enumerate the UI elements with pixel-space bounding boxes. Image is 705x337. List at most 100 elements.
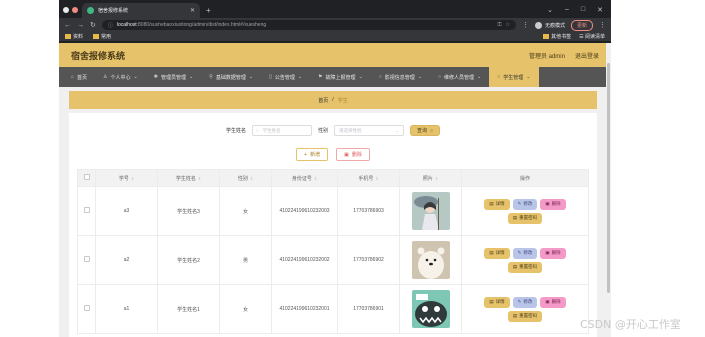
chevron-down-icon[interactable]: ⌄	[547, 6, 553, 14]
cell-idcard: 410224199610232003	[271, 186, 338, 236]
update-button[interactable]: 更新	[570, 19, 593, 31]
scrollbar-thumb[interactable]	[607, 63, 610, 293]
address-bar[interactable]: ⓘ localhost:8080/sushebaoxiuxitong/admin…	[101, 20, 516, 30]
nav-item-notices[interactable]: ▯ 公告管理 ⌄	[261, 67, 310, 87]
reload-icon[interactable]: ↻	[90, 21, 96, 29]
menu-icon[interactable]: ⋮	[599, 21, 606, 29]
gender-select[interactable]: 请选择性别 ⌄	[333, 125, 404, 136]
main-content: 首页 / 学生 学生姓名 ○ 学生姓名 性别 请选择性别 ⌄ 查询 ○ + 新增 ▣ 删除	[69, 91, 597, 337]
cell-photo	[399, 186, 462, 236]
batch-delete-button[interactable]: ▣ 删除	[336, 148, 370, 161]
name-search-input[interactable]: ○ 学生姓名	[251, 125, 312, 136]
cell-actions: ▤ 详情 ✎ 修改 ▣ 删除 ▤ 重置密码	[461, 186, 589, 236]
edit-button[interactable]: ✎ 修改	[512, 198, 538, 210]
app-header: 宿舍报修系统 管理员 admin 退出登录	[59, 43, 611, 67]
cell-phone: 17703786901	[337, 284, 400, 334]
edit-button[interactable]: ✎ 修改	[512, 247, 538, 259]
detail-button[interactable]: ▤ 详情	[484, 296, 510, 308]
nav-item-repairers[interactable]: ○ 维修人员管理 ⌄	[430, 67, 489, 87]
circle-icon: ○	[438, 74, 442, 80]
nav-item-home[interactable]: ⌂ 首页	[63, 67, 95, 87]
new-tab-icon[interactable]: +	[206, 6, 211, 15]
nav-item-profile[interactable]: ♙ 个人中心 ⌄	[95, 67, 146, 87]
sort-icon: ⇕	[197, 175, 202, 181]
chevron-down-icon: ⌄	[395, 127, 399, 133]
header-student-name[interactable]: 学生姓名 ⇕	[157, 169, 220, 187]
detail-label: 详情	[495, 201, 505, 206]
chevron-down-icon: ⌄	[358, 74, 363, 80]
action-row: + 新增 ▣ 删除	[69, 148, 597, 161]
url-path: :8080/sushebaoxiuxitong/admin/dist/index…	[136, 22, 267, 28]
nav-label: 管理员管理	[160, 74, 186, 81]
nav-item-admins[interactable]: ✱ 管理员管理 ⌄	[146, 67, 201, 87]
cell-student-name: 学生姓名2	[157, 235, 220, 285]
row-delete-button[interactable]: ▣ 删除	[540, 296, 566, 308]
header-phone[interactable]: 手机号 ⇕	[337, 169, 400, 187]
folder-icon	[543, 34, 550, 40]
breadcrumb-home[interactable]: 首页	[318, 97, 328, 104]
bookmark-folder-1[interactable]: 常用	[93, 33, 111, 40]
pencil-icon: ✎	[517, 299, 522, 304]
nav-label: 故障上报管理	[325, 74, 356, 81]
nav-item-basic-data[interactable]: ⚲ 基础数据管理 ⌄	[201, 67, 261, 87]
reading-list[interactable]: ☰ 阅读清单	[579, 33, 605, 40]
row-checkbox[interactable]	[83, 256, 90, 262]
edit-label: 修改	[523, 201, 533, 206]
key-icon[interactable]: ⚿	[498, 22, 502, 28]
circle-icon: ○	[497, 74, 501, 80]
header-student-no[interactable]: 学号 ⇕	[95, 169, 158, 187]
nav-item-faults[interactable]: ⚑ 故障上报管理 ⌄	[310, 67, 371, 87]
header-label: 手机号	[358, 175, 374, 182]
name-placeholder: 学生姓名	[262, 127, 281, 133]
reset-password-button[interactable]: ▤ 重置密码	[507, 310, 543, 322]
minimize-icon[interactable]: –	[565, 6, 569, 14]
chevron-down-icon: ⌄	[417, 74, 422, 80]
page-scrollbar[interactable]	[606, 43, 611, 337]
other-bookmarks[interactable]: 其他书签	[543, 33, 571, 40]
nav-item-students[interactable]: ○ 学生管理 ⌄	[489, 67, 539, 87]
bookmark-folder-0[interactable]: 资料	[65, 33, 83, 40]
header-gender[interactable]: 性别 ⇕	[219, 169, 272, 187]
bookmark-star-icon[interactable]: ☆	[505, 22, 509, 28]
sort-icon: ⇕	[375, 175, 379, 181]
reset-password-button[interactable]: ▤ 重置密码	[507, 261, 543, 273]
remove-label: 删除	[551, 299, 561, 304]
header-photo[interactable]: 照片 ⇕	[399, 169, 462, 187]
nav-item-media[interactable]: ○ 影视信息管理 ⌄	[371, 67, 430, 87]
edit-label: 修改	[523, 250, 533, 255]
logout-link[interactable]: 退出登录	[575, 51, 599, 60]
forward-icon[interactable]: →	[77, 22, 84, 29]
table-header-row: 学号 ⇕ 学生姓名 ⇕ 性别 ⇕ 身份证号 ⇕ 手机号 ⇕ 照片 ⇕ 操作	[77, 169, 589, 187]
row-checkbox[interactable]	[83, 207, 90, 213]
profile-button[interactable]: 无痕模式	[534, 21, 565, 29]
browser-window: 宿舍报修系统 ✕ + ⌄ – □ ✕ ← → ↻ ⓘ localhost:808…	[59, 0, 611, 337]
select-all-checkbox[interactable]	[83, 174, 90, 180]
query-button[interactable]: 查询 ○	[409, 125, 441, 136]
extensions-icon[interactable]: ⋮	[522, 21, 529, 29]
detail-button[interactable]: ▤ 详情	[484, 247, 510, 259]
header-idcard[interactable]: 身份证号 ⇕	[271, 169, 338, 187]
tab-search-icon[interactable]	[72, 7, 78, 13]
close-tab-icon[interactable]: ✕	[190, 7, 195, 14]
maximize-icon[interactable]: □	[581, 6, 585, 14]
edit-button[interactable]: ✎ 修改	[512, 296, 538, 308]
browser-tab[interactable]: 宿舍报修系统 ✕	[82, 3, 200, 18]
header-label: 性别	[237, 175, 248, 182]
bookmark-label-1: 常用	[101, 34, 112, 40]
row-delete-button[interactable]: ▣ 删除	[540, 247, 566, 259]
breadcrumb-separator: /	[332, 97, 334, 103]
cell-gender: 女	[219, 186, 272, 236]
edit-label: 修改	[523, 299, 533, 304]
cell-student-name: 学生姓名3	[157, 186, 220, 236]
gender-label: 性别	[317, 128, 328, 134]
chrome-menu-icon[interactable]	[63, 7, 69, 13]
add-button[interactable]: + 新增	[296, 148, 329, 161]
trash-icon: ▣	[344, 151, 349, 158]
reset-password-button[interactable]: ▤ 重置密码	[507, 212, 543, 224]
row-checkbox[interactable]	[83, 305, 90, 311]
close-window-icon[interactable]: ✕	[597, 6, 603, 14]
nav-label: 首页	[77, 74, 88, 81]
detail-button[interactable]: ▤ 详情	[484, 198, 510, 210]
row-delete-button[interactable]: ▣ 删除	[540, 198, 566, 210]
back-icon[interactable]: ←	[64, 22, 71, 29]
